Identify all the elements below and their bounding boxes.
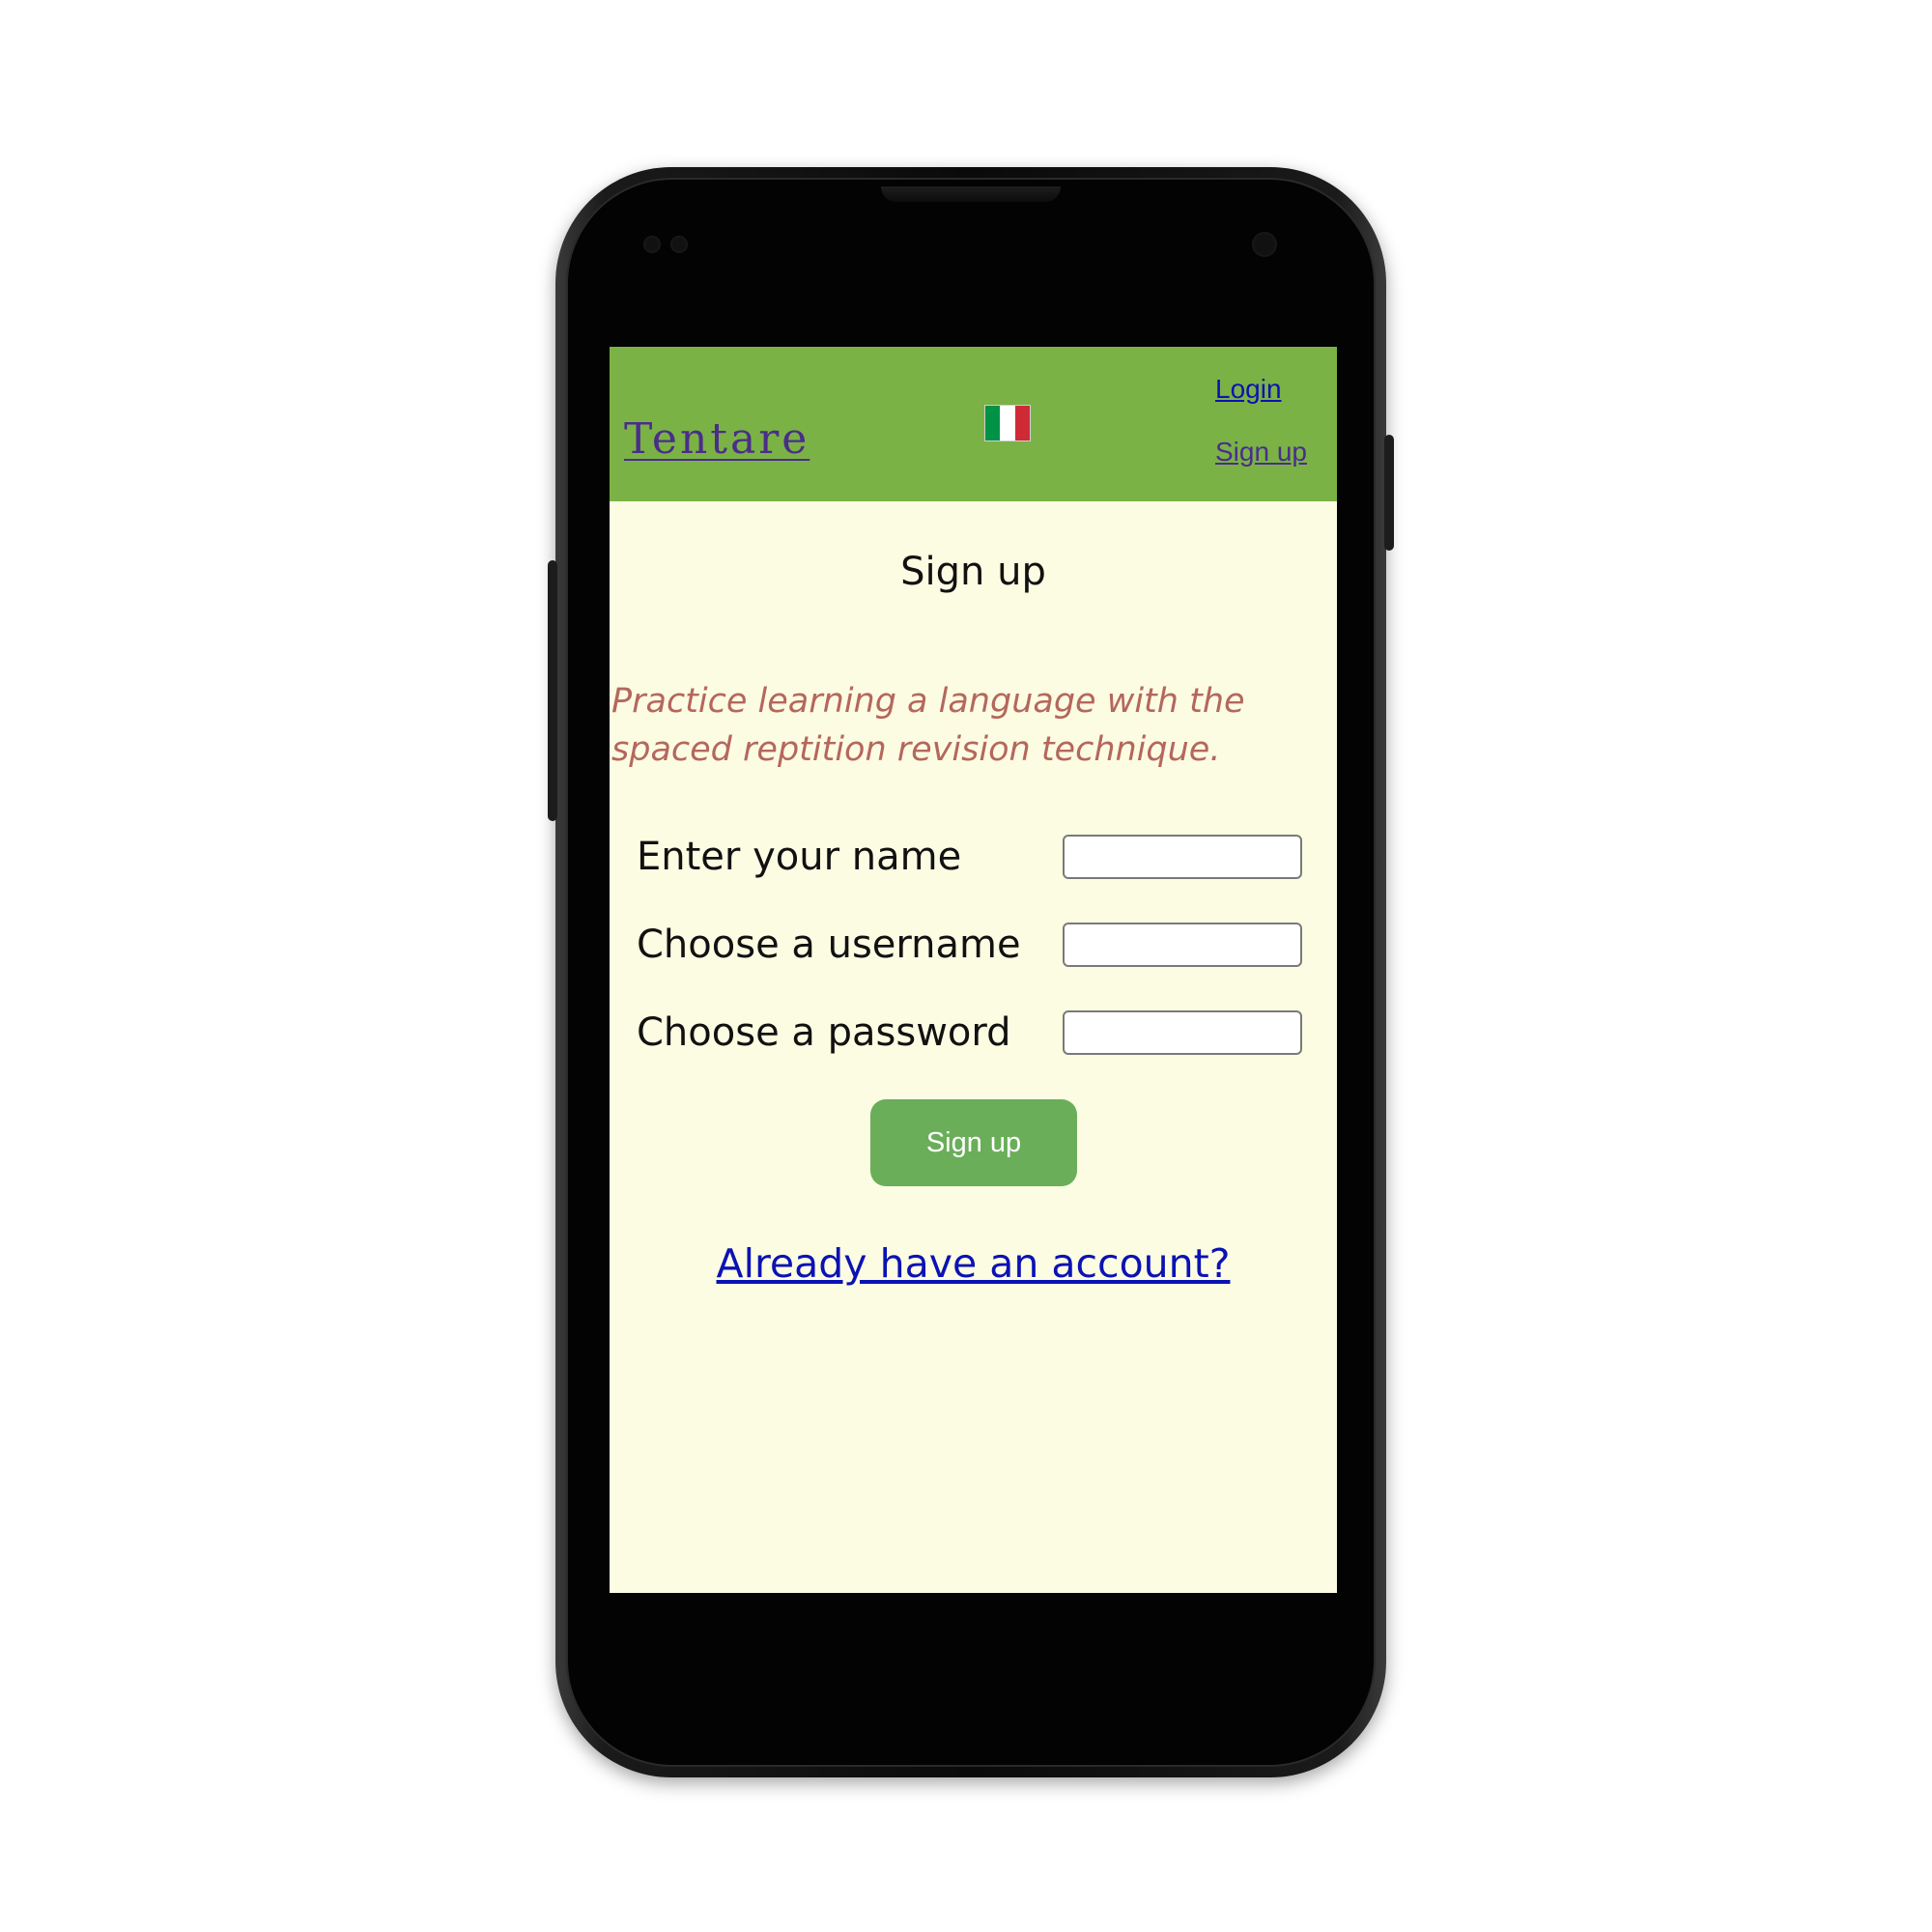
username-label: Choose a username (637, 923, 1021, 967)
phone-sensor (643, 236, 661, 253)
brand-logo-link[interactable]: Tentare (624, 414, 810, 464)
username-input[interactable] (1063, 923, 1302, 967)
username-row: Choose a username (637, 921, 1313, 969)
top-navbar: Tentare Login Sign up (610, 347, 1337, 501)
name-row: Enter your name (637, 833, 1313, 881)
password-label: Choose a password (637, 1010, 1011, 1055)
flag-stripe-red (1014, 406, 1030, 440)
already-have-account-link[interactable]: Already have an account? (610, 1240, 1337, 1287)
flag-stripe-green (985, 406, 1001, 440)
phone-camera (1252, 232, 1277, 257)
flag-stripe-white (1000, 406, 1015, 440)
italy-flag-icon[interactable] (984, 405, 1031, 441)
page-title: Sign up (900, 550, 1046, 594)
app-screen: Tentare Login Sign up Sign up Practice l… (610, 347, 1337, 1593)
phone-volume-button (548, 560, 557, 821)
name-label: Enter your name (637, 835, 962, 879)
signup-link[interactable]: Sign up (1215, 437, 1307, 468)
phone-speaker (881, 186, 1061, 202)
phone-sensor (670, 236, 688, 253)
login-link[interactable]: Login (1215, 374, 1282, 405)
phone-power-button (1384, 435, 1394, 551)
tagline: Practice learning a language with the sp… (611, 682, 1245, 769)
name-input[interactable] (1063, 835, 1302, 879)
password-row: Choose a password (637, 1009, 1313, 1057)
signup-submit-button[interactable]: Sign up (870, 1099, 1077, 1186)
password-input[interactable] (1063, 1010, 1302, 1055)
